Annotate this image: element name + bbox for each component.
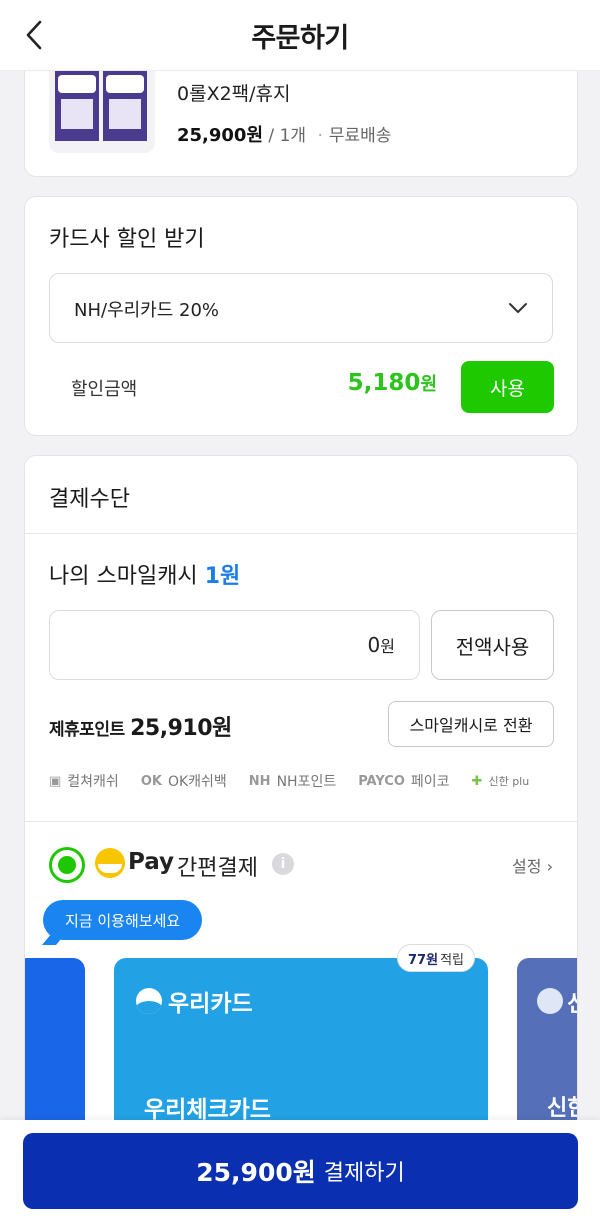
app-header: 주문하기 <box>0 0 600 70</box>
partner-points: 제휴포인트 25,910원 <box>49 716 232 741</box>
card-discount-title: 카드사 할인 받기 <box>49 227 205 252</box>
shinhan-option[interactable]: ✚ 신한 plu <box>472 773 530 789</box>
okcashbag-option[interactable]: OK OK캐쉬백 <box>141 771 227 791</box>
smilepay-logo-icon <box>95 848 125 878</box>
smile-cash-amount-input[interactable]: 0원 <box>49 610 420 680</box>
payco-option[interactable]: PAYCO 페이코 <box>358 771 449 791</box>
smilepay-label: 간편결제 <box>177 856 258 881</box>
info-icon[interactable]: i <box>272 853 294 875</box>
product-price: 25,900원 <box>177 125 264 146</box>
payment-title: 결제수단 <box>49 487 130 512</box>
pay-amount: 25,900원 <box>196 1158 316 1187</box>
smile-cash-title: 나의 스마일캐시 1원 <box>49 564 241 589</box>
partner-points-value: 25,910원 <box>130 716 232 741</box>
discount-amount-value: 5,180원 <box>347 370 437 396</box>
reward-badge: 77원 적립 <box>397 944 475 972</box>
smile-cash-balance: 1원 <box>204 564 241 589</box>
card-name: 우리체크카드 <box>144 1097 271 1123</box>
divider <box>25 533 577 534</box>
amount-value: 0 <box>367 633 381 657</box>
product-qty: / 1개 <box>263 126 307 146</box>
okcashbag-icon: OK <box>140 773 162 789</box>
page-title: 주문하기 <box>251 23 349 54</box>
pay-button[interactable]: 25,900원 결제하기 <box>23 1133 578 1209</box>
card-bank-name: 신 <box>567 986 577 1018</box>
smilepay-settings-link[interactable]: 설정 › <box>512 853 553 877</box>
nh-point-option[interactable]: NH NH포인트 <box>249 771 336 791</box>
shinhan-logo-icon <box>537 988 563 1014</box>
point-options: ▣ 컬쳐캐쉬 OK OK캐쉬백 NH NH포인트 PAYCO 페이코 ✚ 신한 plu <box>49 769 551 793</box>
woori-logo-icon <box>136 988 162 1014</box>
product-price-line: 25,900원 / 1개 · 무료배송 <box>177 125 392 146</box>
shipping-label: 무료배송 <box>328 126 392 146</box>
chevron-down-icon <box>506 296 530 320</box>
smilepay-radio[interactable] <box>49 847 85 883</box>
card-select-value: NH/우리카드 20% <box>74 300 220 321</box>
divider <box>25 821 577 822</box>
use-all-button[interactable]: 전액사용 <box>431 610 554 680</box>
card-discount-section: 카드사 할인 받기 NH/우리카드 20% 할인금액 5,180원 사용 <box>24 196 578 436</box>
product-name: 0롤X2팩/휴지 <box>177 83 291 105</box>
discount-amount-label: 할인금액 <box>71 379 138 400</box>
convert-to-smile-cash-button[interactable]: 스마일캐시로 전환 <box>388 701 554 747</box>
card-bank-name: 우리카드 <box>168 991 253 1017</box>
smilepay-brand: Pay <box>128 849 175 875</box>
bottom-bar: 25,900원 결제하기 <box>0 1120 600 1220</box>
tooltip-try-now: 지금 이용해보세요 <box>43 900 203 940</box>
apply-discount-button[interactable]: 사용 <box>461 361 554 413</box>
culture-cash-option[interactable]: ▣ 컬쳐캐쉬 <box>49 771 119 791</box>
nh-icon: NH <box>248 773 271 789</box>
payco-icon: PAYCO <box>358 773 405 789</box>
card-name: 신한 <box>547 1096 577 1121</box>
chevron-right-icon: › <box>546 857 553 876</box>
card-select-dropdown[interactable]: NH/우리카드 20% <box>49 273 553 343</box>
culture-icon: ▣ <box>49 773 62 789</box>
pay-action: 결제하기 <box>323 1161 405 1186</box>
payment-section: 결제수단 나의 스마일캐시 1원 0원 전액사용 제휴포인트 25,910원 스… <box>24 455 578 1155</box>
shinhan-icon: ✚ <box>471 773 483 789</box>
